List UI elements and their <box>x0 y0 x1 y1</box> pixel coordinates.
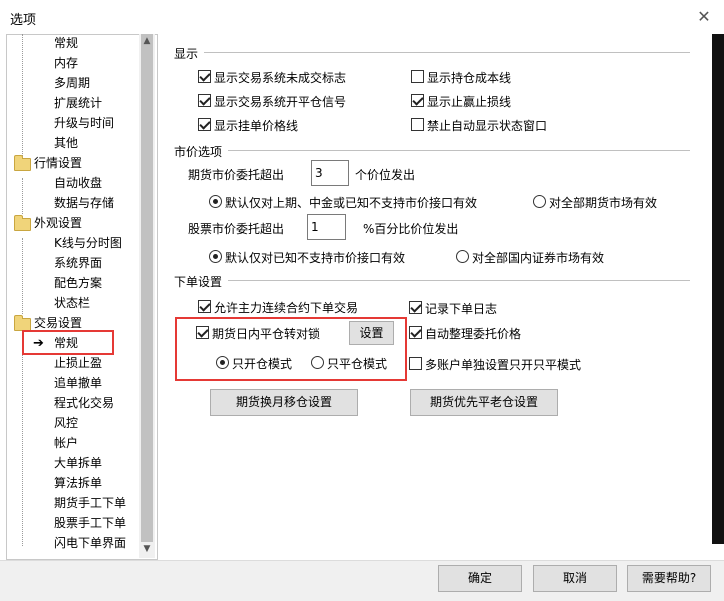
ok-button[interactable]: 确定 <box>438 565 522 592</box>
background-app-strip <box>712 34 724 544</box>
highlight-box <box>175 317 407 381</box>
tree-item-chase-cancel[interactable]: 追单撤单 <box>54 374 102 392</box>
tree-item-memory[interactable]: 内存 <box>54 54 78 72</box>
futures-market-label: 期货市价委托超出 <box>188 168 285 182</box>
futures-default-radio[interactable] <box>209 195 222 208</box>
tree-item-other[interactable]: 其他 <box>54 134 78 152</box>
tree-item-auto-close[interactable]: 自动收盘 <box>54 174 102 192</box>
show-order-price-line-checkbox[interactable] <box>198 118 211 131</box>
multi-account-label: 多账户单独设置只开只平模式 <box>425 358 582 372</box>
tree-line <box>22 338 23 546</box>
stock-default-label: 默认仅对已知不支持市价接口有效 <box>225 251 406 265</box>
stock-default-radio[interactable] <box>209 250 222 263</box>
futures-all-radio[interactable] <box>533 195 546 208</box>
folder-icon <box>14 155 31 171</box>
close-old-settings-button[interactable]: 期货优先平老仓设置 <box>410 389 558 416</box>
display-section-title: 显示 <box>174 47 199 61</box>
order-section-title: 下单设置 <box>174 275 223 289</box>
tree-item-risk-control[interactable]: 风控 <box>54 414 78 432</box>
tree-item-large-split[interactable]: 大单拆单 <box>54 454 102 472</box>
tree-item-appearance[interactable]: 外观设置 <box>34 214 82 232</box>
tree-item-data-storage[interactable]: 数据与存储 <box>54 194 114 212</box>
folder-icon <box>14 215 31 231</box>
cancel-button[interactable]: 取消 <box>533 565 617 592</box>
tree-item-upgrade-time[interactable]: 升级与时间 <box>54 114 114 132</box>
tree-item-general[interactable]: 常规 <box>54 34 78 52</box>
tree-item-kline[interactable]: K线与分时图 <box>54 234 122 252</box>
section-divider <box>228 280 690 281</box>
show-stop-line-label: 显示止赢止损线 <box>427 95 512 109</box>
rollover-settings-button[interactable]: 期货换月移仓设置 <box>210 389 358 416</box>
stock-percent-input[interactable]: 1 <box>307 214 346 240</box>
show-cost-line-label: 显示持仓成本线 <box>427 71 512 85</box>
stock-suffix-label: %百分比价位发出 <box>363 222 459 236</box>
tree-item-stock-manual[interactable]: 股票手工下单 <box>54 514 126 532</box>
tree-line <box>22 238 23 314</box>
stock-market-label: 股票市价委托超出 <box>188 222 285 236</box>
futures-suffix-label: 个价位发出 <box>355 168 416 182</box>
title-bar <box>0 0 724 34</box>
show-unfilled-mark-label: 显示交易系统未成交标志 <box>214 71 347 85</box>
tree-item-color-scheme[interactable]: 配色方案 <box>54 274 102 292</box>
tree-item-multi-period[interactable]: 多周期 <box>54 74 90 92</box>
tree-line <box>22 178 23 214</box>
futures-all-label: 对全部期货市场有效 <box>549 196 658 210</box>
stock-all-label: 对全部国内证券市场有效 <box>472 251 605 265</box>
tree-item-status-bar[interactable]: 状态栏 <box>54 294 90 312</box>
disable-status-window-label: 禁止自动显示状态窗口 <box>427 119 548 133</box>
section-divider <box>204 52 690 53</box>
market-section-title: 市价选项 <box>174 145 223 159</box>
tree-scrollbar-thumb[interactable] <box>141 34 153 542</box>
tree-item-system-ui[interactable]: 系统界面 <box>54 254 102 272</box>
show-signal-checkbox[interactable] <box>198 94 211 107</box>
tree-item-market-settings[interactable]: 行情设置 <box>34 154 82 172</box>
show-cost-line-checkbox[interactable] <box>411 70 424 83</box>
tree-item-flash-order[interactable]: 闪电下单界面 <box>54 534 126 552</box>
tree-item-program-trade[interactable]: 程式化交易 <box>54 394 114 412</box>
disable-status-window-checkbox[interactable] <box>411 118 424 131</box>
scroll-up-icon[interactable]: ▲ <box>139 36 155 48</box>
stock-all-radio[interactable] <box>456 250 469 263</box>
tree-item-algo-split[interactable]: 算法拆单 <box>54 474 102 492</box>
window-title: 选项 <box>10 13 37 28</box>
multi-account-checkbox[interactable] <box>409 357 422 370</box>
tree-item-stop-loss[interactable]: 止损止盈 <box>54 354 102 372</box>
tree-item-futures-manual[interactable]: 期货手工下单 <box>54 494 126 512</box>
record-log-label: 记录下单日志 <box>425 302 498 316</box>
show-stop-line-checkbox[interactable] <box>411 94 424 107</box>
auto-price-label: 自动整理委托价格 <box>425 327 522 341</box>
allow-continuous-label: 允许主力连续合约下单交易 <box>214 301 359 315</box>
highlight-box <box>22 330 114 355</box>
show-unfilled-mark-checkbox[interactable] <box>198 70 211 83</box>
help-button[interactable]: 需要帮助? <box>627 565 711 592</box>
record-log-checkbox[interactable] <box>409 301 422 314</box>
close-icon[interactable]: ✕ <box>692 6 716 28</box>
scroll-down-icon[interactable]: ▼ <box>139 544 155 556</box>
tree-line <box>22 34 23 162</box>
futures-default-label: 默认仅对上期、中金或已知不支持市价接口有效 <box>225 196 478 210</box>
allow-continuous-checkbox[interactable] <box>198 300 211 313</box>
tree-item-account[interactable]: 帐户 <box>54 434 78 452</box>
tree-item-extended-stats[interactable]: 扩展统计 <box>54 94 102 112</box>
show-signal-label: 显示交易系统开平仓信号 <box>214 95 347 109</box>
section-divider <box>228 150 690 151</box>
auto-price-checkbox[interactable] <box>409 326 422 339</box>
show-order-price-line-label: 显示挂单价格线 <box>214 119 299 133</box>
futures-ticks-input[interactable]: 3 <box>311 160 349 186</box>
